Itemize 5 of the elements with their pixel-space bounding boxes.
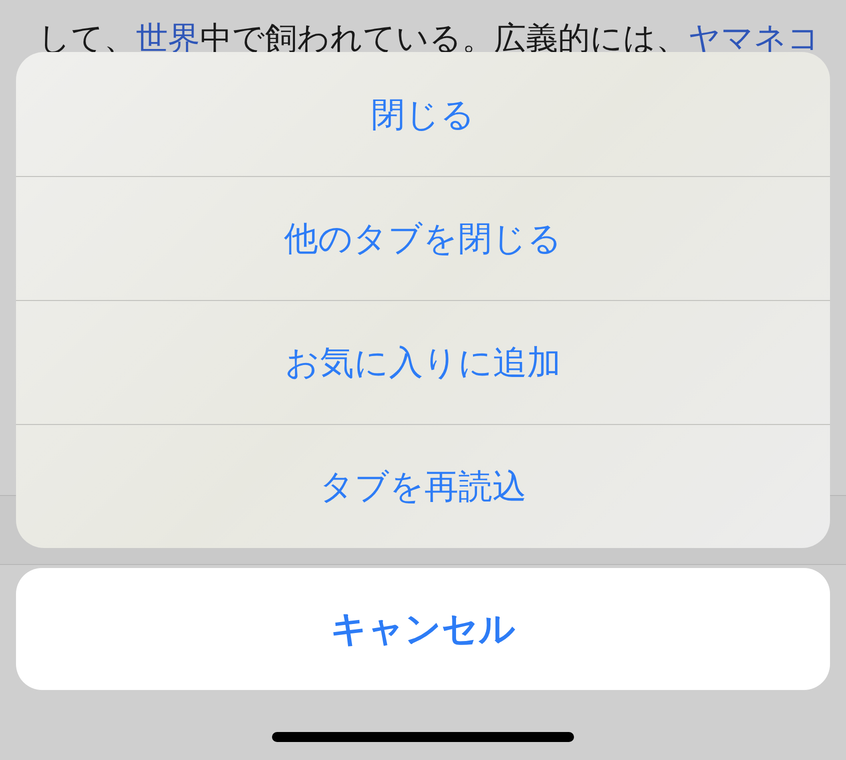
cancel-button[interactable]: キャンセル — [16, 568, 830, 690]
action-sheet-option[interactable]: タブを再読込 — [16, 424, 830, 548]
action-sheet-option[interactable]: 閉じる — [16, 52, 830, 176]
action-sheet-option[interactable]: 他のタブを閉じる — [16, 176, 830, 300]
action-sheet-option[interactable]: お気に入りに追加 — [16, 300, 830, 424]
